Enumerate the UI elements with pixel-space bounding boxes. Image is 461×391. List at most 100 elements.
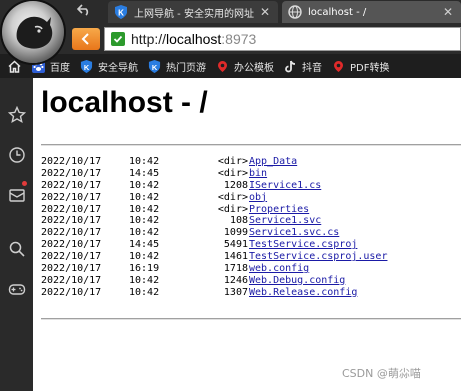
entry-link[interactable]: bin <box>249 168 267 180</box>
bookmark-pdf-convert[interactable]: PDF转换 <box>332 54 389 78</box>
entry-link[interactable]: Service1.svc.cs <box>249 227 339 239</box>
bookmark-label: 热门页游 <box>166 62 206 74</box>
entry-size: <dir> <box>217 191 248 203</box>
bookmark-hot-games[interactable]: K 热门页游 <box>148 54 206 78</box>
mail-icon <box>8 188 25 202</box>
games-button[interactable] <box>6 278 27 299</box>
entry-size: 1246 <box>223 274 248 286</box>
undo-close-tab-icon[interactable] <box>72 3 96 21</box>
browser-window: K 上网导航 - 安全实用的网址 ✕ localhost - / ✕ http:… <box>0 0 461 391</box>
entry-date: 2022/10/17 <box>41 286 102 298</box>
entry-size: 5491 <box>223 239 248 251</box>
entry-time: 14:45 <box>129 239 160 251</box>
entry-date: 2022/10/17 <box>41 251 102 263</box>
tab-localhost[interactable]: localhost - / ✕ <box>282 1 461 23</box>
entry-date: 2022/10/17 <box>41 179 102 191</box>
bookmark-douyin[interactable]: 抖音 <box>284 54 322 78</box>
entry-date: 2022/10/17 <box>41 263 102 275</box>
shield-k-icon: K <box>80 59 93 73</box>
tab-bar: K 上网导航 - 安全实用的网址 ✕ localhost - / ✕ <box>0 0 461 24</box>
bookmark-label: 安全导航 <box>98 62 138 74</box>
favorites-button[interactable] <box>6 104 27 125</box>
entry-link[interactable]: obj <box>249 192 267 204</box>
svg-text:K: K <box>152 62 158 71</box>
entry-size: 1461 <box>223 251 248 263</box>
top-divider <box>41 144 461 146</box>
bookmark-label: PDF转换 <box>350 62 390 74</box>
notification-dot <box>22 181 27 186</box>
entry-size: <dir> <box>217 156 248 167</box>
tab-close-icon[interactable]: ✕ <box>258 5 272 19</box>
entry-time: 10:42 <box>129 156 160 167</box>
entry-size: 1099 <box>223 227 248 239</box>
douyin-note-icon <box>285 60 296 72</box>
entry-time: 14:45 <box>129 167 160 179</box>
entry-date: 2022/10/17 <box>41 239 102 251</box>
entry-link[interactable]: TestService.csproj.user <box>249 251 387 263</box>
url-input[interactable]: http://localhost:8973 <box>104 27 461 51</box>
clock-icon <box>8 146 25 163</box>
side-panel <box>0 78 33 391</box>
tab-label: 上网导航 - 安全实用的网址 <box>134 8 254 20</box>
home-icon <box>7 59 21 73</box>
svg-text:K: K <box>118 9 124 18</box>
red-glyph-icon <box>334 60 343 72</box>
browser-logo[interactable] <box>2 1 64 63</box>
entry-time: 10:42 <box>129 251 160 263</box>
entry-size: <dir> <box>217 203 248 215</box>
entry-time: 10:42 <box>129 203 160 215</box>
entry-link[interactable]: IService1.cs <box>249 180 321 192</box>
bottom-divider <box>41 318 461 320</box>
bookmark-label: 抖音 <box>302 62 322 74</box>
entry-link[interactable]: App_Data <box>249 156 297 168</box>
search-button[interactable] <box>6 238 27 259</box>
url-port: :8973 <box>221 31 257 47</box>
bookmark-label: 百度 <box>50 62 70 74</box>
entry-size: 108 <box>229 215 248 227</box>
tab-label: localhost - / <box>308 6 367 18</box>
entry-link[interactable]: Web.Debug.config <box>249 275 345 287</box>
url-scheme: http:// <box>131 31 167 47</box>
url-host: localhost <box>166 31 222 47</box>
address-bar: http://localhost:8973 <box>0 24 461 54</box>
entry-date: 2022/10/17 <box>41 215 102 227</box>
star-icon <box>7 105 26 123</box>
entry-link[interactable]: TestService.csproj <box>249 239 357 251</box>
entry-date: 2022/10/17 <box>41 191 102 203</box>
secure-check-icon <box>111 32 125 46</box>
bookmark-safe-nav[interactable]: K 安全导航 <box>80 54 138 78</box>
entry-time: 10:42 <box>129 286 160 298</box>
svg-text:K: K <box>84 62 90 71</box>
entry-time: 10:42 <box>129 215 160 227</box>
cheetah-logo-icon <box>16 16 53 49</box>
entry-link[interactable]: Web.Release.config <box>249 287 357 299</box>
watermark: CSDN @萌尛喵 <box>342 367 421 380</box>
gamepad-icon <box>8 283 25 295</box>
tab-navigation[interactable]: K 上网导航 - 安全实用的网址 ✕ <box>108 1 278 23</box>
bookmarks-bar: 百度 K 安全导航 K 热门页游 办公模板 抖音 PDF转换 <box>0 54 461 78</box>
entry-date: 2022/10/17 <box>41 227 102 239</box>
globe-icon <box>288 5 302 19</box>
tab-close-icon[interactable]: ✕ <box>441 5 455 19</box>
bookmark-office-templates[interactable]: 办公模板 <box>216 54 274 78</box>
entry-time: 10:42 <box>129 227 160 239</box>
entry-date: 2022/10/17 <box>41 274 102 286</box>
entry-link[interactable]: Service1.svc <box>249 215 321 227</box>
entry-date: 2022/10/17 <box>41 167 102 179</box>
entry-date: 2022/10/17 <box>41 203 102 215</box>
mail-button[interactable] <box>6 184 27 205</box>
entry-link[interactable]: web.config <box>249 263 309 275</box>
entry-link[interactable]: Properties <box>249 204 309 216</box>
red-glyph-icon <box>218 60 227 72</box>
page-title: localhost - / <box>41 86 208 119</box>
entry-time: 10:42 <box>129 274 160 286</box>
entry-size: <dir> <box>217 167 248 179</box>
history-button[interactable] <box>6 144 27 165</box>
entry-date: 2022/10/17 <box>41 156 102 167</box>
back-button[interactable] <box>72 28 100 50</box>
entry-size: 1208 <box>223 179 248 191</box>
chevron-left-icon <box>81 33 89 45</box>
entry-time: 16:19 <box>129 263 160 275</box>
entry-time: 10:42 <box>129 191 160 203</box>
bookmark-label: 办公模板 <box>234 62 274 74</box>
